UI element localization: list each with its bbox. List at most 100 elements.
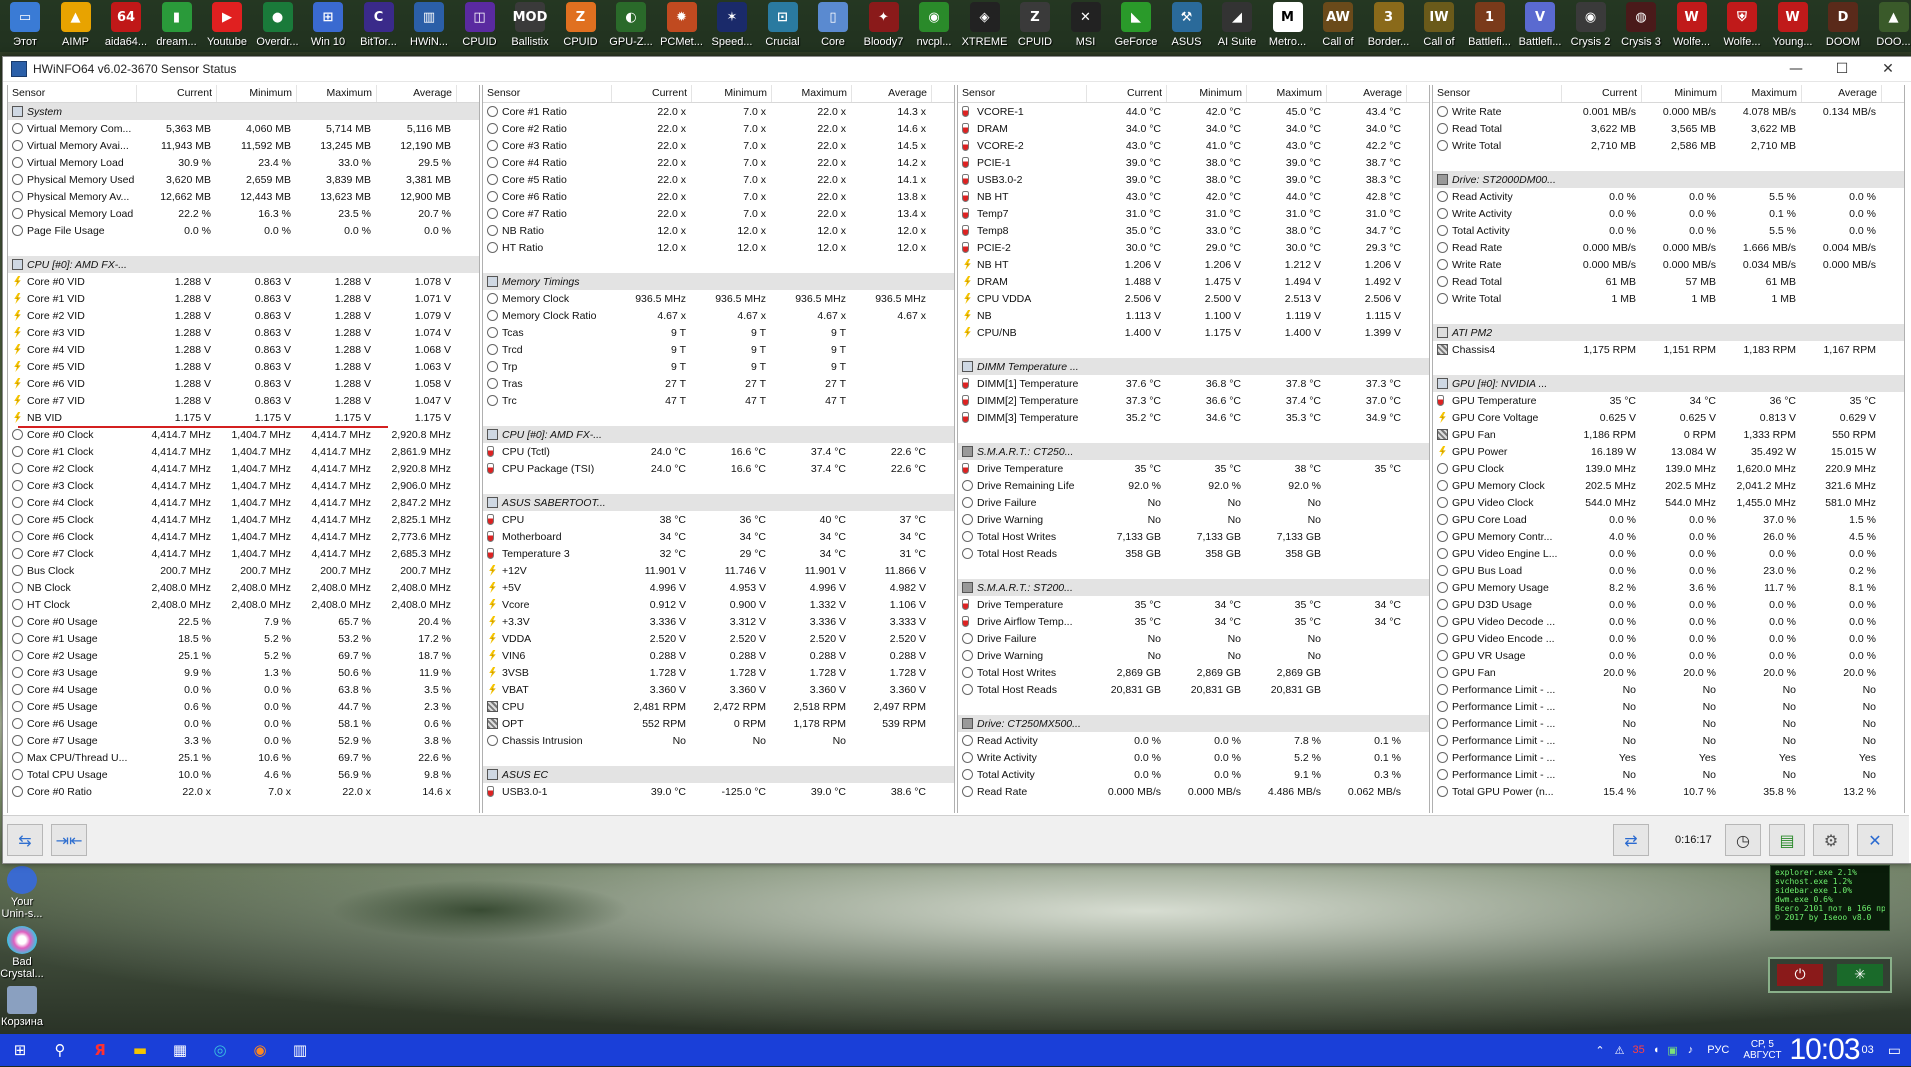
desktop-shortcut[interactable]: ◍Crysis 3 bbox=[1616, 0, 1667, 52]
desktop-shortcut[interactable]: ⛨Wolfe... bbox=[1717, 0, 1768, 52]
sensor-group-row[interactable]: Drive: CT250MX500... bbox=[958, 715, 1429, 732]
table-row[interactable]: VCORE-144.0 °C42.0 °C45.0 °C43.4 °C bbox=[958, 103, 1429, 120]
table-row[interactable]: Physical Memory Load22.2 %16.3 %23.5 %20… bbox=[8, 205, 479, 222]
desktop-shortcut[interactable]: ◣GeForce bbox=[1111, 0, 1162, 52]
table-row[interactable]: Drive Temperature35 °C35 °C38 °C35 °C bbox=[958, 460, 1429, 477]
window-titlebar[interactable]: HWiNFO64 v6.02-3670 Sensor Status — ☐ ✕ bbox=[3, 57, 1911, 82]
tray-nvidia-icon[interactable]: ▣ bbox=[1667, 1044, 1677, 1057]
table-row[interactable]: 3VSB1.728 V1.728 V1.728 V1.728 V bbox=[483, 664, 954, 681]
table-row[interactable]: NB HT43.0 °C42.0 °C44.0 °C42.8 °C bbox=[958, 188, 1429, 205]
table-row[interactable]: DIMM[2] Temperature37.3 °C36.6 °C37.4 °C… bbox=[958, 392, 1429, 409]
column-header-average[interactable]: Average bbox=[1327, 85, 1407, 102]
table-row[interactable]: GPU Temperature35 °C34 °C36 °C35 °C bbox=[1433, 392, 1904, 409]
table-row[interactable]: Performance Limit - ...NoNoNoNo bbox=[1433, 681, 1904, 698]
table-row[interactable]: GPU Memory Clock202.5 MHz202.5 MHz2,041.… bbox=[1433, 477, 1904, 494]
table-row[interactable]: NB Ratio12.0 x12.0 x12.0 x12.0 x bbox=[483, 222, 954, 239]
sensor-group-row[interactable]: CPU [#0]: AMD FX-... bbox=[483, 426, 954, 443]
table-row[interactable]: GPU D3D Usage0.0 %0.0 %0.0 %0.0 % bbox=[1433, 596, 1904, 613]
table-row[interactable]: Write Total1 MB1 MB1 MB bbox=[1433, 290, 1904, 307]
table-row[interactable]: GPU Video Encode ...0.0 %0.0 %0.0 %0.0 % bbox=[1433, 630, 1904, 647]
table-row[interactable]: Core #3 Ratio22.0 x7.0 x22.0 x14.5 x bbox=[483, 137, 954, 154]
table-row[interactable]: CPU38 °C36 °C40 °C37 °C bbox=[483, 511, 954, 528]
table-row[interactable]: GPU Clock139.0 MHz139.0 MHz1,620.0 MHz22… bbox=[1433, 460, 1904, 477]
table-row[interactable]: Write Rate0.000 MB/s0.000 MB/s0.034 MB/s… bbox=[1433, 256, 1904, 273]
shutdown-button[interactable]: ⏻ bbox=[1777, 964, 1823, 986]
table-row[interactable]: Motherboard34 °C34 °C34 °C34 °C bbox=[483, 528, 954, 545]
desktop-shortcut[interactable]: ▥HWiN... bbox=[404, 0, 455, 52]
table-row[interactable]: CPU/NB1.400 V1.175 V1.400 V1.399 V bbox=[958, 324, 1429, 341]
table-row[interactable]: DIMM[3] Temperature35.2 °C34.6 °C35.3 °C… bbox=[958, 409, 1429, 426]
desktop-shortcut[interactable]: VBattlefi... bbox=[1515, 0, 1566, 52]
desktop-shortcut[interactable]: ✹PCMet... bbox=[657, 0, 708, 52]
table-row[interactable]: CPU VDDA2.506 V2.500 V2.513 V2.506 V bbox=[958, 290, 1429, 307]
desktop-shortcut[interactable]: WYoung... bbox=[1768, 0, 1819, 52]
desktop-shortcut[interactable]: ✕MSI bbox=[1061, 0, 1112, 52]
table-row[interactable]: GPU Core Load0.0 %0.0 %37.0 %1.5 % bbox=[1433, 511, 1904, 528]
table-row[interactable]: USB3.0-239.0 °C38.0 °C39.0 °C38.3 °C bbox=[958, 171, 1429, 188]
table-row[interactable]: NB1.113 V1.100 V1.119 V1.115 V bbox=[958, 307, 1429, 324]
table-row[interactable]: HT Clock2,408.0 MHz2,408.0 MHz2,408.0 MH… bbox=[8, 596, 479, 613]
desktop-shortcut[interactable]: 1Battlefi... bbox=[1465, 0, 1516, 52]
table-row[interactable]: Temperature 332 °C29 °C34 °C31 °C bbox=[483, 545, 954, 562]
table-row[interactable]: +12V11.901 V11.746 V11.901 V11.866 V bbox=[483, 562, 954, 579]
firefox-icon[interactable]: ◉ bbox=[240, 1034, 280, 1066]
table-row[interactable]: Total Host Writes2,869 GB2,869 GB2,869 G… bbox=[958, 664, 1429, 681]
table-row[interactable]: Virtual Memory Avai...11,943 MB11,592 MB… bbox=[8, 137, 479, 154]
table-row[interactable]: Read Activity0.0 %0.0 %5.5 %0.0 % bbox=[1433, 188, 1904, 205]
column-header-current[interactable]: Current bbox=[1087, 85, 1167, 102]
table-row[interactable]: Write Rate0.001 MB/s0.000 MB/s4.078 MB/s… bbox=[1433, 103, 1904, 120]
column-header-average[interactable]: Average bbox=[852, 85, 932, 102]
desktop-shortcut[interactable]: ▮dream... bbox=[152, 0, 203, 52]
desktop-shortcut[interactable]: ⊡Crucial bbox=[758, 0, 809, 52]
table-row[interactable]: Total Host Reads358 GB358 GB358 GB bbox=[958, 545, 1429, 562]
table-row[interactable]: Core #7 Clock4,414.7 MHz1,404.7 MHz4,414… bbox=[8, 545, 479, 562]
column-header-current[interactable]: Current bbox=[137, 85, 217, 102]
desktop-shortcut[interactable]: ▲AIMP bbox=[51, 0, 102, 52]
desktop-shortcut[interactable]: ◉Crysis 2 bbox=[1566, 0, 1617, 52]
desktop-shortcut[interactable]: WWolfe... bbox=[1667, 0, 1718, 52]
sensor-group-row[interactable]: ATI PM2 bbox=[1433, 324, 1904, 341]
table-row[interactable]: DRAM34.0 °C34.0 °C34.0 °C34.0 °C bbox=[958, 120, 1429, 137]
table-row[interactable]: Core #0 Ratio22.0 x7.0 x22.0 x14.6 x bbox=[8, 783, 479, 800]
table-row[interactable]: Core #6 Usage0.0 %0.0 %58.1 %0.6 % bbox=[8, 715, 479, 732]
table-row[interactable]: GPU Fan1,186 RPM0 RPM1,333 RPM550 RPM bbox=[1433, 426, 1904, 443]
table-row[interactable]: Total CPU Usage10.0 %4.6 %56.9 %9.8 % bbox=[8, 766, 479, 783]
table-row[interactable]: Read Activity0.0 %0.0 %7.8 %0.1 % bbox=[958, 732, 1429, 749]
tray-temp[interactable]: 35 bbox=[1632, 1044, 1644, 1056]
tray-speaker-icon[interactable]: ◖ bbox=[1653, 1044, 1660, 1056]
desktop-shortcut[interactable]: ⊞Win 10 bbox=[303, 0, 354, 52]
table-row[interactable]: GPU Video Engine L...0.0 %0.0 %0.0 %0.0 … bbox=[1433, 545, 1904, 562]
table-row[interactable]: Drive Temperature35 °C34 °C35 °C34 °C bbox=[958, 596, 1429, 613]
desktop-icon-uninstaller[interactable]: Your Unin-s... bbox=[0, 866, 44, 920]
table-row[interactable]: Core #7 Ratio22.0 x7.0 x22.0 x13.4 x bbox=[483, 205, 954, 222]
table-row[interactable]: Performance Limit - ...NoNoNoNo bbox=[1433, 698, 1904, 715]
table-row[interactable]: Tcas9 T9 T9 T bbox=[483, 324, 954, 341]
table-row[interactable]: Read Rate0.000 MB/s0.000 MB/s1.666 MB/s0… bbox=[1433, 239, 1904, 256]
column-header-maximum[interactable]: Maximum bbox=[297, 85, 377, 102]
table-row[interactable]: Total Activity0.0 %0.0 %5.5 %0.0 % bbox=[1433, 222, 1904, 239]
table-row[interactable]: Core #1 Clock4,414.7 MHz1,404.7 MHz4,414… bbox=[8, 443, 479, 460]
tray-clock[interactable]: 10:03 bbox=[1789, 1033, 1859, 1067]
table-row[interactable]: Chassis IntrusionNoNoNo bbox=[483, 732, 954, 749]
table-row[interactable]: Core #2 Usage25.1 %5.2 %69.7 %18.7 % bbox=[8, 647, 479, 664]
table-row[interactable]: Core #5 VID1.288 V0.863 V1.288 V1.063 V bbox=[8, 358, 479, 375]
notification-icon[interactable]: ▭ bbox=[1888, 1042, 1901, 1059]
column-header-maximum[interactable]: Maximum bbox=[1247, 85, 1327, 102]
column-header-maximum[interactable]: Maximum bbox=[1722, 85, 1802, 102]
search-icon[interactable]: ⚲ bbox=[40, 1034, 80, 1066]
close-sensors-icon[interactable]: ✕ bbox=[1857, 824, 1893, 856]
table-row[interactable]: GPU VR Usage0.0 %0.0 %0.0 %0.0 % bbox=[1433, 647, 1904, 664]
table-row[interactable]: Core #3 Usage9.9 %1.3 %50.6 %11.9 % bbox=[8, 664, 479, 681]
table-row[interactable]: Core #4 VID1.288 V0.863 V1.288 V1.068 V bbox=[8, 341, 479, 358]
table-row[interactable]: VDDA2.520 V2.520 V2.520 V2.520 V bbox=[483, 630, 954, 647]
clock-reset-icon[interactable]: ◷ bbox=[1725, 824, 1761, 856]
desktop-shortcut[interactable]: ▶Youtube bbox=[202, 0, 253, 52]
table-row[interactable]: Write Activity0.0 %0.0 %5.2 %0.1 % bbox=[958, 749, 1429, 766]
hwinfo-taskbar-icon[interactable]: ▥ bbox=[280, 1034, 320, 1066]
table-row[interactable]: Core #4 Ratio22.0 x7.0 x22.0 x14.2 x bbox=[483, 154, 954, 171]
table-row[interactable]: Core #7 Usage3.3 %0.0 %52.9 %3.8 % bbox=[8, 732, 479, 749]
table-row[interactable]: Temp835.0 °C33.0 °C38.0 °C34.7 °C bbox=[958, 222, 1429, 239]
table-row[interactable]: DRAM1.488 V1.475 V1.494 V1.492 V bbox=[958, 273, 1429, 290]
table-row[interactable]: Core #5 Clock4,414.7 MHz1,404.7 MHz4,414… bbox=[8, 511, 479, 528]
table-row[interactable]: HT Ratio12.0 x12.0 x12.0 x12.0 x bbox=[483, 239, 954, 256]
